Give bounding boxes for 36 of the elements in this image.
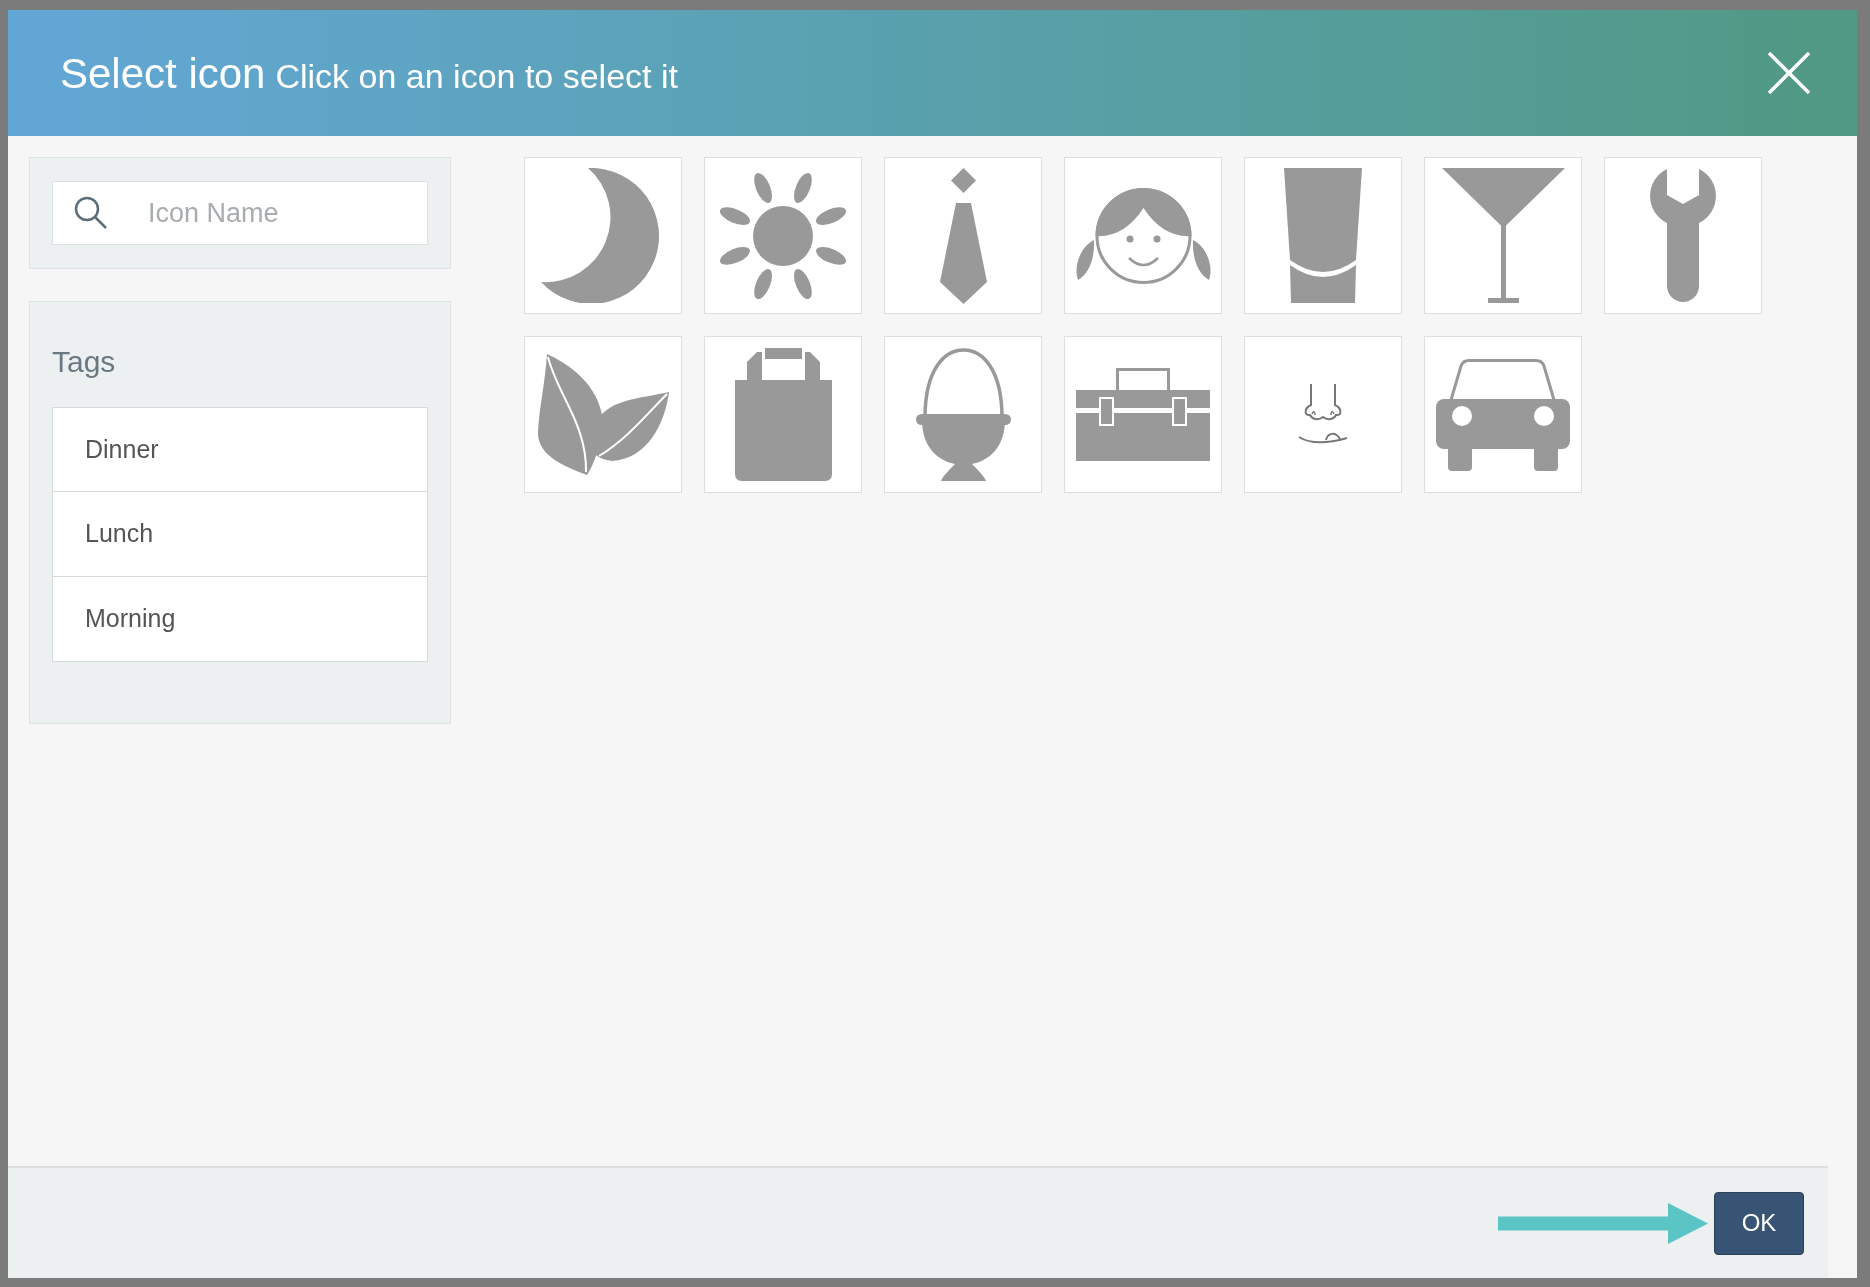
tags-heading: Tags [52, 344, 116, 380]
car-icon [1436, 358, 1570, 471]
tag-item[interactable]: Morning [52, 577, 428, 662]
dialog-title: Select icon [60, 48, 266, 99]
icon-tile[interactable] [1064, 157, 1222, 314]
icon-tile[interactable] [704, 336, 862, 493]
arrow-icon [1498, 1202, 1708, 1244]
close-icon [1768, 52, 1810, 94]
tumbler-glass-icon [1284, 168, 1362, 303]
icon-tile[interactable] [524, 336, 682, 493]
wrench-icon [1649, 169, 1717, 302]
leaves-icon [537, 354, 669, 475]
toolbox-icon [1076, 368, 1210, 461]
icon-tile[interactable] [884, 157, 1042, 314]
icon-tile[interactable] [1604, 157, 1762, 314]
close-button[interactable] [1767, 51, 1811, 95]
bag-icon [734, 348, 832, 481]
nose-and-mouth-icon [1298, 383, 1348, 446]
tag-item[interactable]: Dinner [52, 407, 428, 492]
cocktail-glass-icon [1441, 168, 1565, 303]
tag-item[interactable]: Lunch [52, 492, 428, 577]
icon-tile[interactable] [1424, 157, 1582, 314]
icon-tile[interactable] [1244, 157, 1402, 314]
icon-tile[interactable] [524, 157, 682, 314]
dialog-subtitle: Click on an icon to select it [275, 55, 678, 97]
icon-tile[interactable] [1424, 336, 1582, 493]
ok-button[interactable]: OK [1714, 1191, 1804, 1255]
icon-tile[interactable] [1244, 336, 1402, 493]
icon-tile[interactable] [884, 336, 1042, 493]
egg-cup-icon [915, 348, 1011, 481]
icon-tile[interactable] [1064, 336, 1222, 493]
girl-face-icon [1074, 187, 1212, 284]
search-icon [74, 196, 107, 229]
necktie-icon [939, 167, 987, 304]
search-field[interactable]: Icon Name [52, 181, 428, 245]
icon-tile[interactable] [704, 157, 862, 314]
